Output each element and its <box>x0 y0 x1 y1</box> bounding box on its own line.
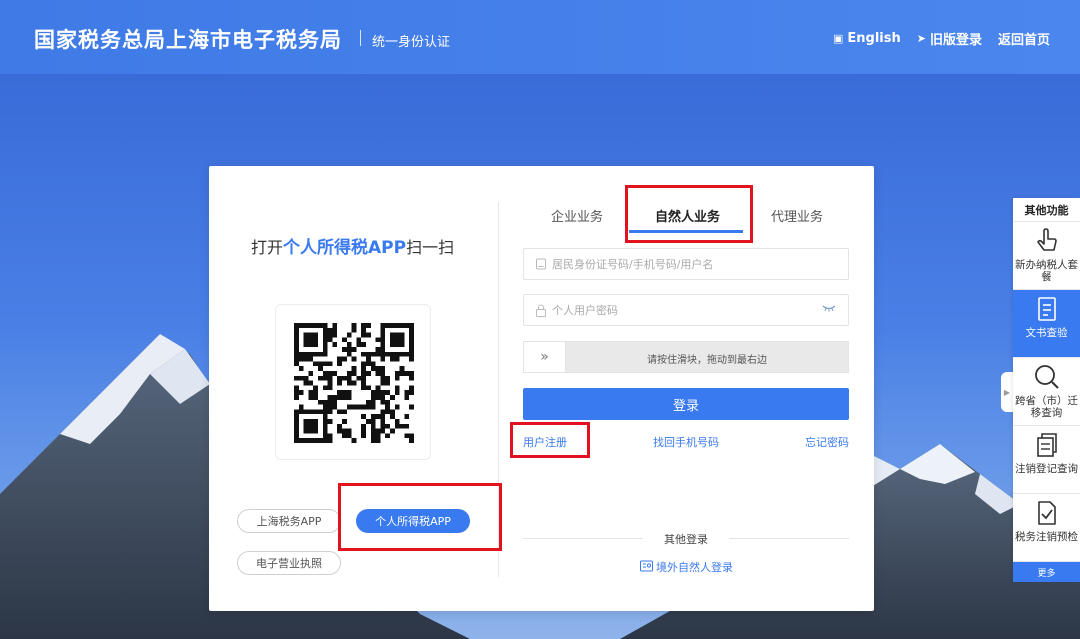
side-panel-title: 其他功能 <box>1013 198 1080 222</box>
back-home-link[interactable]: 返回首页 <box>998 29 1050 48</box>
old-version-login-link[interactable]: ➤ 旧版登录 <box>917 29 982 48</box>
lock-icon <box>534 303 548 317</box>
site-subtitle: 统一身份认证 <box>372 35 451 50</box>
id-input-placeholder: 居民身份证号码/手机号码/用户名 <box>552 258 714 271</box>
id-card-icon <box>534 257 548 271</box>
recover-phone-link[interactable]: 找回手机号码 <box>653 434 719 450</box>
qr-code-box <box>275 304 431 460</box>
hand-pointer-icon <box>1036 228 1057 251</box>
side-item-deregistration-precheck[interactable]: 税务注销预检 <box>1013 494 1080 562</box>
shanghai-tax-app-button[interactable]: 上海税务APP <box>237 509 341 533</box>
side-item-cross-province-query[interactable]: 跨省（市）迁移查询 <box>1013 358 1080 426</box>
english-link-label: English <box>847 31 901 46</box>
tab-enterprise[interactable]: 企业业务 <box>551 206 603 225</box>
highlight-register-link <box>510 422 590 458</box>
side-item-deregistration-query[interactable]: 注销登记查询 <box>1013 426 1080 494</box>
scan-app-name: 个人所得税APP <box>283 238 407 258</box>
magnifier-icon <box>1034 365 1059 389</box>
slider-instruction: 请按住滑块，拖动到最右边 <box>647 355 767 366</box>
qr-code <box>294 323 414 443</box>
password-input-placeholder: 个人用户密码 <box>552 304 618 317</box>
side-panel-toggle[interactable]: ▶ <box>1001 372 1013 412</box>
scan-instruction: 打开个人所得税APP扫一扫 <box>251 238 455 258</box>
login-button[interactable]: 登录 <box>523 388 849 420</box>
copy-icon <box>1036 433 1057 457</box>
side-item-new-taxpayer[interactable]: 新办纳税人套餐 <box>1013 222 1080 290</box>
password-input[interactable]: 个人用户密码 <box>523 294 849 326</box>
document-icon <box>1037 297 1056 321</box>
send-icon: ➤ <box>916 32 926 45</box>
site-title[interactable]: 国家税务总局上海市电子税务局 <box>34 24 342 54</box>
side-item-document-verify[interactable]: 文书查验 <box>1013 290 1080 358</box>
side-more-button[interactable]: 更多 <box>1013 562 1080 582</box>
login-card: 打开个人所得税APP扫一扫 上海税务APP 个人所得税APP 电子营业执照 企业… <box>209 166 874 611</box>
title-separator <box>360 30 361 46</box>
slider-handle[interactable]: » <box>524 342 566 372</box>
eye-closed-icon[interactable] <box>822 304 836 315</box>
foreign-person-login-label: 境外自然人登录 <box>656 561 733 574</box>
slider-captcha: » 请按住滑块，拖动到最右边 <box>523 341 849 373</box>
highlight-natural-person-tab <box>625 185 753 243</box>
top-links: ▣ English ➤ 旧版登录 返回首页 <box>833 29 1050 48</box>
id-badge-icon <box>640 560 653 575</box>
other-login-title: 其他登录 <box>664 533 708 546</box>
language-icon: ▣ <box>832 32 844 45</box>
back-home-label: 返回首页 <box>997 33 1050 48</box>
english-link[interactable]: ▣ English <box>833 29 901 48</box>
highlight-iit-app-button <box>338 483 502 551</box>
other-login-heading: 其他登录 <box>523 531 849 546</box>
tab-agent[interactable]: 代理业务 <box>771 206 823 225</box>
id-input[interactable]: 居民身份证号码/手机号码/用户名 <box>523 248 849 280</box>
double-chevron-right-icon: » <box>540 349 549 365</box>
forgot-password-link[interactable]: 忘记密码 <box>805 434 849 450</box>
file-check-icon <box>1037 501 1056 525</box>
side-panel: 其他功能 新办纳税人套餐 文书查验 跨省（市）迁移查询 注销登记查询 税务注销预… <box>1013 198 1080 582</box>
old-version-login-label: 旧版登录 <box>929 33 982 48</box>
e-business-license-button[interactable]: 电子营业执照 <box>237 551 341 575</box>
top-header: 国家税务总局上海市电子税务局 统一身份认证 ▣ English ➤ 旧版登录 返… <box>0 0 1080 74</box>
foreign-person-login-link[interactable]: 境外自然人登录 <box>640 559 733 575</box>
